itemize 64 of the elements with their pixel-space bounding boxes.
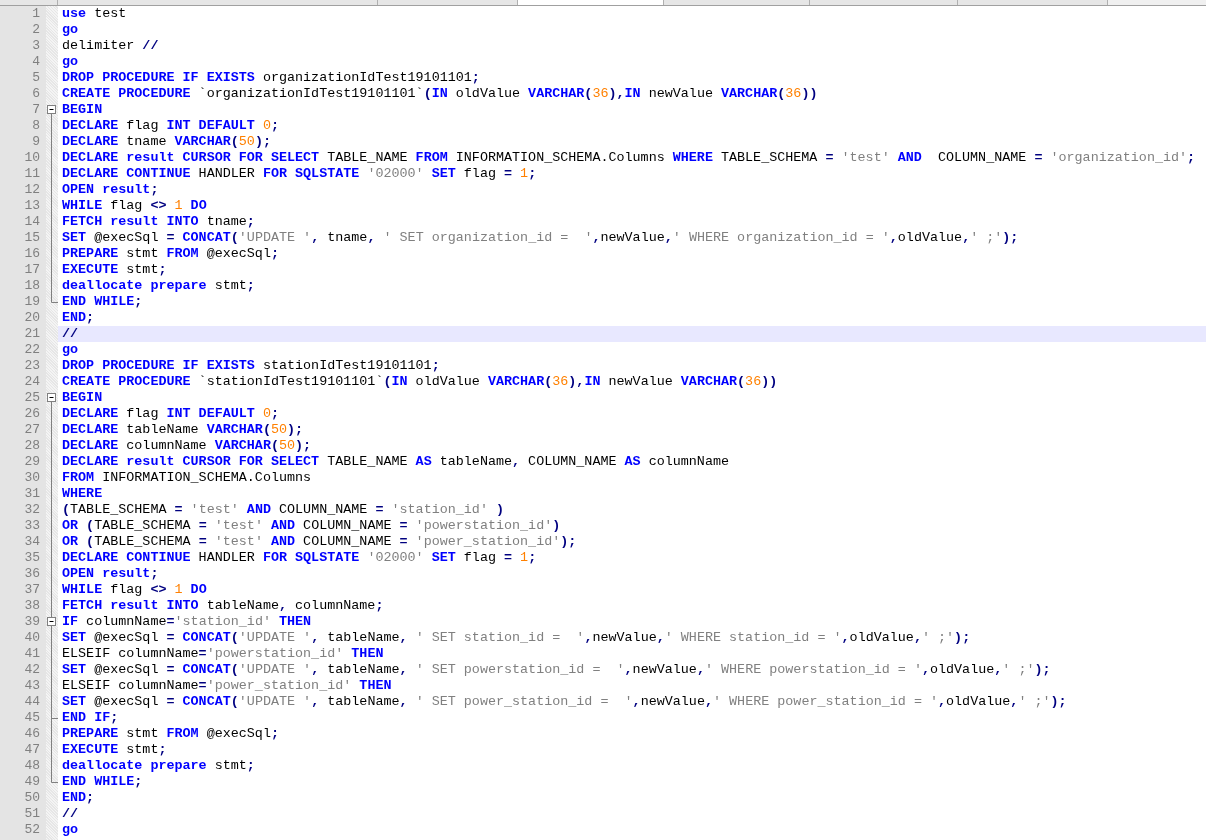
fold-box-icon[interactable] [47,102,56,118]
line-number: 5 [31,70,41,86]
tab[interactable] [664,0,810,5]
line-number: 15 [23,230,41,246]
line-number: 9 [31,134,41,150]
line-number: 50 [23,790,41,806]
line-number: 25 [23,390,41,406]
line-number: 36 [23,566,41,582]
line-number: 33 [23,518,41,534]
line-number: 35 [23,550,41,566]
line-number: 7 [31,102,41,118]
line-number: 2 [31,22,41,38]
tab[interactable] [958,0,1108,5]
line-number: 23 [23,358,41,374]
fold-box-icon[interactable] [47,390,56,406]
line-number: 11 [23,166,41,182]
line-number: 16 [23,246,41,262]
line-number: 46 [23,726,41,742]
line-number: 1 [31,6,41,22]
line-number: 49 [23,774,41,790]
line-number: 22 [23,342,41,358]
line-number: 6 [31,86,41,102]
line-number: 43 [23,678,41,694]
line-number: 18 [23,278,41,294]
line-number: 41 [23,646,41,662]
tab[interactable] [0,0,58,5]
line-number: 29 [23,454,41,470]
fold-box-icon[interactable] [47,614,56,630]
line-number: 21 [23,326,41,342]
line-number: 27 [23,422,41,438]
line-number: 34 [23,534,41,550]
line-number: 28 [23,438,41,454]
line-number: 10 [23,150,41,166]
line-number: 12 [23,182,41,198]
tab[interactable] [810,0,958,5]
line-number: 20 [23,310,41,326]
tab[interactable] [58,0,378,5]
fold-end-line [51,294,58,303]
line-number: 40 [23,630,41,646]
line-number: 38 [23,598,41,614]
line-number: 24 [23,374,41,390]
line-number: 3 [31,38,41,54]
line-number: 30 [23,470,41,486]
line-number: 13 [23,198,41,214]
tab[interactable] [378,0,518,5]
line-number: 4 [31,54,41,70]
line-number: 45 [23,710,41,726]
line-number: 51 [23,806,41,822]
line-number: 37 [23,582,41,598]
line-number: 39 [23,614,41,630]
line-number: 26 [23,406,41,422]
line-number: 14 [23,214,41,230]
line-number: 44 [23,694,41,710]
fold-end-line [51,774,58,783]
line-number: 19 [23,294,41,310]
line-number: 47 [23,742,41,758]
line-number: 17 [23,262,41,278]
line-number: 52 [23,822,41,838]
line-number: 32 [23,502,41,518]
fold-end-line [51,710,58,726]
line-number: 48 [23,758,41,774]
line-number: 31 [23,486,41,502]
line-number: 8 [31,118,41,134]
line-number: 42 [23,662,41,678]
